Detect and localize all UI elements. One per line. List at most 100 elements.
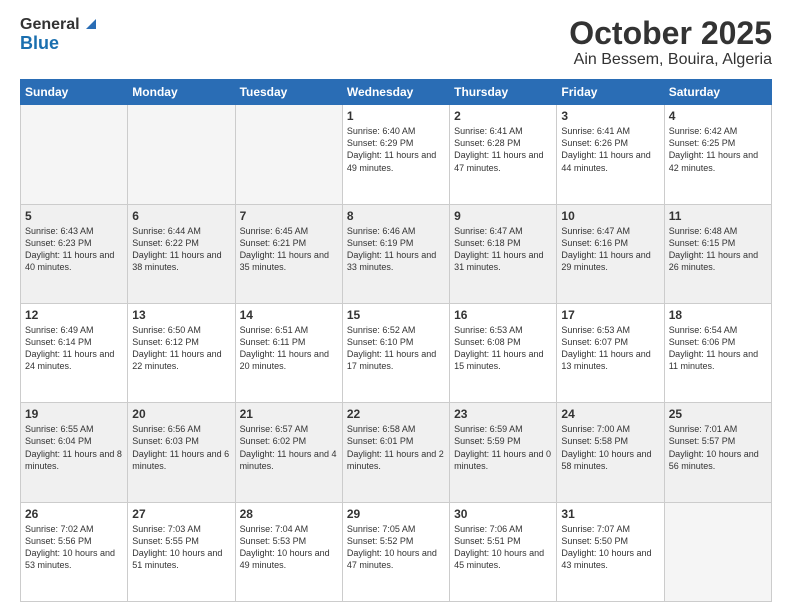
day-info: Sunrise: 6:54 AM Sunset: 6:06 PM Dayligh… (669, 324, 767, 373)
table-row: 11 Sunrise: 6:48 AM Sunset: 6:15 PM Dayli… (664, 204, 771, 303)
day-number: 3 (561, 109, 659, 123)
day-info: Sunrise: 7:07 AM Sunset: 5:50 PM Dayligh… (561, 523, 659, 572)
table-row (21, 105, 128, 204)
day-info: Sunrise: 6:41 AM Sunset: 6:26 PM Dayligh… (561, 125, 659, 174)
table-row: 15 Sunrise: 6:52 AM Sunset: 6:10 PM Dayli… (342, 303, 449, 402)
day-info: Sunrise: 6:53 AM Sunset: 6:08 PM Dayligh… (454, 324, 552, 373)
table-row: 26 Sunrise: 7:02 AM Sunset: 5:56 PM Dayli… (21, 502, 128, 601)
day-info: Sunrise: 7:05 AM Sunset: 5:52 PM Dayligh… (347, 523, 445, 572)
day-info: Sunrise: 6:46 AM Sunset: 6:19 PM Dayligh… (347, 225, 445, 274)
col-monday: Monday (128, 80, 235, 105)
day-info: Sunrise: 6:51 AM Sunset: 6:11 PM Dayligh… (240, 324, 338, 373)
calendar-week-row: 19 Sunrise: 6:55 AM Sunset: 6:04 PM Dayli… (21, 403, 772, 502)
calendar-week-row: 12Sunrise: 6:49 AM Sunset: 6:14 PM Dayli… (21, 303, 772, 402)
table-row: 12Sunrise: 6:49 AM Sunset: 6:14 PM Dayli… (21, 303, 128, 402)
day-number: 5 (25, 209, 123, 223)
day-number: 1 (347, 109, 445, 123)
table-row: 8 Sunrise: 6:46 AM Sunset: 6:19 PM Daylig… (342, 204, 449, 303)
table-row: 18 Sunrise: 6:54 AM Sunset: 6:06 PM Dayli… (664, 303, 771, 402)
day-number: 24 (561, 407, 659, 421)
day-info: Sunrise: 6:42 AM Sunset: 6:25 PM Dayligh… (669, 125, 767, 174)
day-number: 7 (240, 209, 338, 223)
day-number: 17 (561, 308, 659, 322)
day-info: Sunrise: 6:52 AM Sunset: 6:10 PM Dayligh… (347, 324, 445, 373)
day-number: 19 (25, 407, 123, 421)
table-row: 17 Sunrise: 6:53 AM Sunset: 6:07 PM Dayli… (557, 303, 664, 402)
day-number: 8 (347, 209, 445, 223)
calendar-week-row: 26 Sunrise: 7:02 AM Sunset: 5:56 PM Dayli… (21, 502, 772, 601)
table-row: 27 Sunrise: 7:03 AM Sunset: 5:55 PM Dayli… (128, 502, 235, 601)
day-info: Sunrise: 6:55 AM Sunset: 6:04 PM Dayligh… (25, 423, 123, 472)
table-row: 24 Sunrise: 7:00 AM Sunset: 5:58 PM Dayli… (557, 403, 664, 502)
day-number: 27 (132, 507, 230, 521)
day-number: 28 (240, 507, 338, 521)
table-row: 10 Sunrise: 6:47 AM Sunset: 6:16 PM Dayli… (557, 204, 664, 303)
day-number: 16 (454, 308, 552, 322)
day-number: 15 (347, 308, 445, 322)
day-info: Sunrise: 7:03 AM Sunset: 5:55 PM Dayligh… (132, 523, 230, 572)
table-row: 14 Sunrise: 6:51 AM Sunset: 6:11 PM Dayli… (235, 303, 342, 402)
logo: General Blue (20, 16, 98, 53)
day-info: Sunrise: 6:45 AM Sunset: 6:21 PM Dayligh… (240, 225, 338, 274)
day-number: 20 (132, 407, 230, 421)
calendar-week-row: 5 Sunrise: 6:43 AM Sunset: 6:23 PM Daylig… (21, 204, 772, 303)
table-row: 28 Sunrise: 7:04 AM Sunset: 5:53 PM Dayli… (235, 502, 342, 601)
day-info: Sunrise: 6:47 AM Sunset: 6:16 PM Dayligh… (561, 225, 659, 274)
day-info: Sunrise: 6:58 AM Sunset: 6:01 PM Dayligh… (347, 423, 445, 472)
day-info: Sunrise: 7:00 AM Sunset: 5:58 PM Dayligh… (561, 423, 659, 472)
table-row: 2Sunrise: 6:41 AM Sunset: 6:28 PM Daylig… (450, 105, 557, 204)
day-info: Sunrise: 6:56 AM Sunset: 6:03 PM Dayligh… (132, 423, 230, 472)
header: General Blue October 2025 Ain Bessem, Bo… (20, 16, 772, 69)
day-info: Sunrise: 6:50 AM Sunset: 6:12 PM Dayligh… (132, 324, 230, 373)
day-info: Sunrise: 6:53 AM Sunset: 6:07 PM Dayligh… (561, 324, 659, 373)
day-number: 26 (25, 507, 123, 521)
table-row: 7 Sunrise: 6:45 AM Sunset: 6:21 PM Daylig… (235, 204, 342, 303)
day-info: Sunrise: 6:48 AM Sunset: 6:15 PM Dayligh… (669, 225, 767, 274)
table-row: 3 Sunrise: 6:41 AM Sunset: 6:26 PM Daylig… (557, 105, 664, 204)
day-info: Sunrise: 6:43 AM Sunset: 6:23 PM Dayligh… (25, 225, 123, 274)
page: General Blue October 2025 Ain Bessem, Bo… (0, 0, 792, 612)
day-number: 12 (25, 308, 123, 322)
day-info: Sunrise: 7:06 AM Sunset: 5:51 PM Dayligh… (454, 523, 552, 572)
table-row: 13 Sunrise: 6:50 AM Sunset: 6:12 PM Dayli… (128, 303, 235, 402)
day-info: Sunrise: 7:02 AM Sunset: 5:56 PM Dayligh… (25, 523, 123, 572)
day-info: Sunrise: 7:01 AM Sunset: 5:57 PM Dayligh… (669, 423, 767, 472)
day-number: 30 (454, 507, 552, 521)
day-info: Sunrise: 6:44 AM Sunset: 6:22 PM Dayligh… (132, 225, 230, 274)
day-info: Sunrise: 6:47 AM Sunset: 6:18 PM Dayligh… (454, 225, 552, 274)
day-number: 23 (454, 407, 552, 421)
table-row: 23Sunrise: 6:59 AM Sunset: 5:59 PM Dayli… (450, 403, 557, 502)
day-number: 13 (132, 308, 230, 322)
col-tuesday: Tuesday (235, 80, 342, 105)
day-number: 9 (454, 209, 552, 223)
table-row: 21Sunrise: 6:57 AM Sunset: 6:02 PM Dayli… (235, 403, 342, 502)
table-row: 9 Sunrise: 6:47 AM Sunset: 6:18 PM Daylig… (450, 204, 557, 303)
day-info: Sunrise: 7:04 AM Sunset: 5:53 PM Dayligh… (240, 523, 338, 572)
day-number: 10 (561, 209, 659, 223)
day-number: 14 (240, 308, 338, 322)
day-number: 11 (669, 209, 767, 223)
table-row: 19 Sunrise: 6:55 AM Sunset: 6:04 PM Dayli… (21, 403, 128, 502)
day-number: 18 (669, 308, 767, 322)
day-number: 4 (669, 109, 767, 123)
day-number: 25 (669, 407, 767, 421)
table-row: 25 Sunrise: 7:01 AM Sunset: 5:57 PM Dayli… (664, 403, 771, 502)
table-row (664, 502, 771, 601)
table-row: 31 Sunrise: 7:07 AM Sunset: 5:50 PM Dayli… (557, 502, 664, 601)
col-wednesday: Wednesday (342, 80, 449, 105)
day-number: 31 (561, 507, 659, 521)
page-subtitle: Ain Bessem, Bouira, Algeria (569, 51, 772, 69)
col-saturday: Saturday (664, 80, 771, 105)
day-info: Sunrise: 6:57 AM Sunset: 6:02 PM Dayligh… (240, 423, 338, 472)
col-thursday: Thursday (450, 80, 557, 105)
table-row: 6 Sunrise: 6:44 AM Sunset: 6:22 PM Daylig… (128, 204, 235, 303)
calendar-table: Sunday Monday Tuesday Wednesday Thursday… (20, 79, 772, 602)
table-row: 16 Sunrise: 6:53 AM Sunset: 6:08 PM Dayli… (450, 303, 557, 402)
table-row: 29Sunrise: 7:05 AM Sunset: 5:52 PM Dayli… (342, 502, 449, 601)
table-row: 1Sunrise: 6:40 AM Sunset: 6:29 PM Daylig… (342, 105, 449, 204)
day-number: 6 (132, 209, 230, 223)
day-number: 22 (347, 407, 445, 421)
table-row (235, 105, 342, 204)
title-block: October 2025 Ain Bessem, Bouira, Algeria (569, 16, 772, 69)
table-row: 5 Sunrise: 6:43 AM Sunset: 6:23 PM Daylig… (21, 204, 128, 303)
